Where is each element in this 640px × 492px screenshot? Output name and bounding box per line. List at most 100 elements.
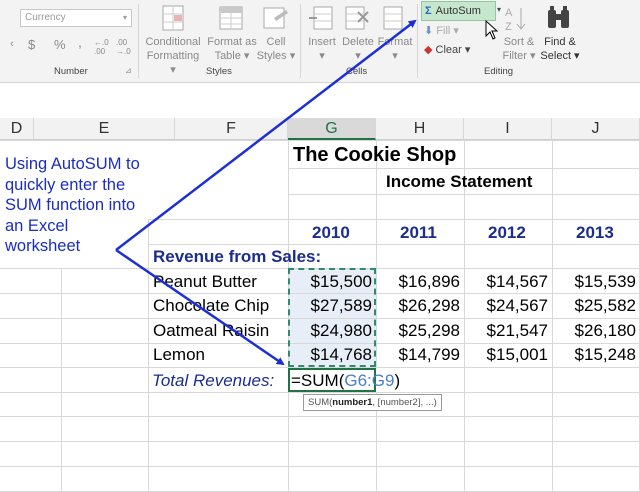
chevron-left-icon: ‹ xyxy=(10,38,14,50)
chevron-down-icon: ▾ xyxy=(122,13,127,22)
table-cell[interactable]: $26,298 xyxy=(382,296,460,316)
total-revenues-label[interactable]: Total Revenues: xyxy=(152,371,274,391)
column-header-e[interactable]: E xyxy=(34,118,175,140)
sheet-title[interactable]: The Cookie Shop xyxy=(293,144,456,167)
formula-suffix: ) xyxy=(394,371,401,390)
table-cell[interactable]: $15,248 xyxy=(558,345,636,365)
table-cell[interactable]: $15,539 xyxy=(558,272,636,292)
tooltip-function-name: SUM( xyxy=(308,397,333,408)
svg-text:A: A xyxy=(505,7,513,19)
year-header-2011[interactable]: 2011 xyxy=(400,223,437,243)
revenue-header[interactable]: Revenue from Sales: xyxy=(153,247,321,267)
fill-button[interactable]: ⬇ Fill ▾ xyxy=(424,24,459,37)
row-label-oatmeal-raisin[interactable]: Oatmeal Raisin xyxy=(153,321,269,341)
cell-styles-label-2: Styles xyxy=(256,50,287,62)
title-area-background xyxy=(148,141,288,219)
ribbon: Currency ▾ ‹ $ % , ←.0 .00 .00 →.0 Numbe… xyxy=(0,0,640,83)
svg-text:Z: Z xyxy=(505,21,512,32)
decrease-decimal-button[interactable]: .00 →.0 xyxy=(116,38,134,56)
cells-group-label: Cells xyxy=(346,66,368,77)
autosum-button[interactable]: Σ AutoSum xyxy=(421,1,496,21)
find-select-label: Find & xyxy=(544,36,576,48)
delete-cells-icon xyxy=(344,4,370,32)
table-cell[interactable]: $24,567 xyxy=(470,296,548,316)
number-group-label: Number xyxy=(54,66,88,77)
percent-style-button[interactable]: % xyxy=(54,37,66,52)
table-cell[interactable]: $25,298 xyxy=(382,321,460,341)
column-header-j[interactable]: J xyxy=(552,118,640,140)
fill-label: Fill xyxy=(436,25,451,37)
table-cell[interactable]: $16,896 xyxy=(382,272,460,292)
format-cells-icon xyxy=(382,4,408,32)
insert-button[interactable]: Insert ▾ xyxy=(306,35,338,63)
year-header-2013[interactable]: 2013 xyxy=(576,223,614,243)
column-header-d[interactable]: D xyxy=(0,118,34,140)
cell-styles-label: Cell xyxy=(266,36,286,48)
eraser-icon: ◆ xyxy=(424,44,433,56)
increase-decimal-button[interactable]: ←.0 .00 xyxy=(94,38,112,56)
tooltip-remaining-args: , [number2], ...) xyxy=(372,397,437,408)
number-format-value: Currency xyxy=(25,12,66,23)
table-cell[interactable]: $25,582 xyxy=(558,296,636,316)
dialog-launcher-icon[interactable]: ⊿ xyxy=(125,66,132,75)
find-select-button[interactable]: Find & Select ▾ xyxy=(538,35,582,63)
group-divider xyxy=(417,4,418,78)
sheet-subtitle[interactable]: Income Statement xyxy=(386,172,532,192)
editing-group-label: Editing xyxy=(484,66,514,77)
delete-label: Delete xyxy=(342,36,374,48)
number-format-dropdown[interactable]: Currency ▾ xyxy=(20,9,132,27)
table-cell[interactable]: $21,547 xyxy=(470,321,548,341)
conditional-formatting-label: Conditional xyxy=(145,36,201,48)
clear-label: Clear xyxy=(435,44,462,56)
accounting-format-button[interactable]: $ xyxy=(28,37,35,52)
sort-filter-label: Sort & xyxy=(503,36,535,48)
comma-style-button[interactable]: , xyxy=(78,34,82,50)
column-header-f[interactable]: F xyxy=(175,118,288,140)
sigma-icon: Σ xyxy=(425,5,432,17)
format-label: Format xyxy=(377,36,413,48)
table-cell[interactable]: $26,180 xyxy=(558,321,636,341)
column-header-h[interactable]: H xyxy=(376,118,464,140)
column-header-g[interactable]: G xyxy=(288,118,376,140)
sort-filter-icon: AZ xyxy=(504,4,530,32)
table-cell[interactable]: $15,001 xyxy=(470,345,548,365)
conditional-formatting-button[interactable]: Conditional Formatting ▾ xyxy=(143,35,203,77)
binoculars-icon xyxy=(545,4,573,32)
formula-range-ref: G6:G9 xyxy=(344,371,395,390)
clear-button[interactable]: ◆ Clear ▾ xyxy=(424,43,470,56)
group-divider xyxy=(300,4,301,78)
format-button[interactable]: Format ▾ xyxy=(376,35,414,63)
sort-filter-label-2: Filter xyxy=(502,50,527,62)
row-label-peanut-butter[interactable]: Peanut Butter xyxy=(153,272,257,292)
format-as-table-icon xyxy=(218,4,244,32)
cell-styles-button[interactable]: Cell Styles ▾ xyxy=(256,35,296,63)
conditional-formatting-label-2: Formatting xyxy=(146,50,200,62)
styles-group-label: Styles xyxy=(206,66,232,77)
table-cell[interactable]: $14,799 xyxy=(382,345,460,365)
function-tooltip[interactable]: SUM(number1, [number2], ...) xyxy=(303,394,442,411)
autosum-dropdown-arrow[interactable]: ▾ xyxy=(497,5,501,14)
fill-icon: ⬇ xyxy=(424,25,434,37)
autosum-label: AutoSum xyxy=(435,5,481,17)
row-label-lemon[interactable]: Lemon xyxy=(153,345,205,365)
sort-filter-button[interactable]: Sort & Filter ▾ xyxy=(498,35,540,63)
delete-button[interactable]: Delete ▾ xyxy=(340,35,376,63)
sum-range-marquee xyxy=(288,268,376,367)
year-header-2010[interactable]: 2010 xyxy=(312,223,350,243)
format-as-table-label-2: Table xyxy=(214,50,241,62)
table-cell[interactable]: $14,567 xyxy=(470,272,548,292)
format-as-table-button[interactable]: Format as Table ▾ xyxy=(204,35,260,63)
tooltip-current-arg: number1 xyxy=(332,397,373,408)
conditional-formatting-icon xyxy=(160,4,186,32)
annotation-text: Using AutoSUM to quickly enter the SUM f… xyxy=(5,155,140,255)
row-label-chocolate-chip[interactable]: Chocolate Chip xyxy=(153,296,269,316)
insert-label: Insert xyxy=(308,36,336,48)
insert-cells-icon xyxy=(308,4,334,32)
group-divider xyxy=(138,4,139,78)
formula-input[interactable]: =SUM(G6:G9) xyxy=(291,371,400,391)
column-header-i[interactable]: I xyxy=(464,118,552,140)
cell-styles-icon xyxy=(262,4,288,32)
year-header-2012[interactable]: 2012 xyxy=(488,223,526,243)
mouse-pointer-icon xyxy=(485,20,499,40)
formula-prefix: =SUM( xyxy=(291,371,345,390)
